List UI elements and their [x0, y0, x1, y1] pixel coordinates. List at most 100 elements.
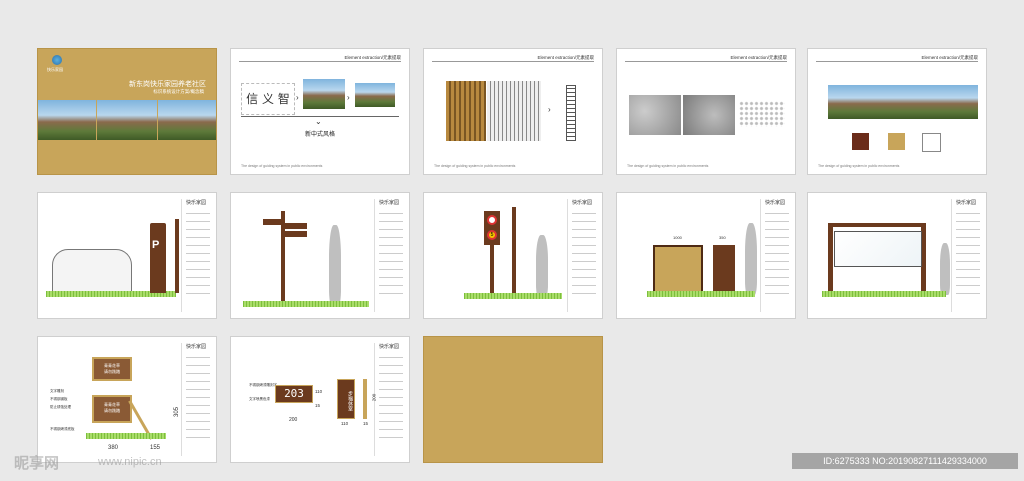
waste-bin-front	[653, 245, 703, 293]
color-swatch-white	[922, 133, 941, 152]
header-rule	[816, 61, 978, 62]
spec-sidebar: 快乐家园	[181, 199, 212, 312]
parking-sign-page[interactable]: 快乐家园 P	[37, 192, 217, 319]
pattern-page[interactable]: Element extraction/元素提取 › The design of …	[423, 48, 603, 175]
dim-width: 380	[108, 445, 119, 451]
callout-steel-base: 不锈钢钢板	[50, 397, 68, 401]
grass	[647, 291, 755, 297]
grass	[822, 291, 946, 297]
sign-post	[175, 219, 179, 293]
vertical-sign: 步福休室	[337, 379, 355, 419]
cover-photo-2	[97, 100, 157, 140]
sidebar-brand: 快乐家园	[379, 345, 400, 350]
sidebar-brand: 快乐家园	[186, 345, 207, 350]
hex-pattern	[739, 101, 785, 127]
logo-icon	[52, 55, 62, 65]
dim-height: 305	[174, 406, 181, 418]
spec-sidebar: 快乐家园	[374, 343, 405, 456]
board-frame	[828, 223, 926, 227]
callout-steel-frame: 不锈钢烤漆底板	[50, 427, 75, 431]
back-cover-page[interactable]	[423, 336, 603, 463]
spec-sidebar: 快乐家园	[951, 199, 982, 312]
sidebar-brand: 快乐家园	[572, 201, 593, 206]
lawn-sign-angle: 青青花草 请勿践踏	[92, 395, 132, 423]
sidebar-brand: 快乐家园	[379, 201, 400, 206]
spec-sidebar: 快乐家园	[181, 343, 212, 456]
stone-texture-1	[629, 95, 681, 135]
texture-page[interactable]: Element extraction/元素提取 The design of gu…	[616, 48, 796, 175]
human-silhouette	[536, 235, 548, 297]
page-footer: The design of guiding system in public e…	[818, 164, 900, 168]
dim-bin-width: 1000	[673, 235, 682, 240]
panel-line-2: 请勿践踏	[104, 408, 120, 413]
dim-t1: 15	[315, 403, 321, 408]
room-sign-page[interactable]: 快乐家园 不锈钢烤漆雕刻字 文字喷黑色漆 203 110 15 200 步福休室…	[230, 336, 410, 463]
human-silhouette	[940, 243, 950, 295]
direction-sign-page[interactable]: 快乐家园	[230, 192, 410, 319]
page-footer: The design of guiding system in public e…	[434, 164, 516, 168]
cover-title: 新东岗快乐家园养老社区	[129, 81, 206, 88]
grass	[86, 433, 166, 439]
reference-photo-1	[303, 79, 345, 109]
dim-bin-depth: 350	[719, 235, 726, 240]
brand-mark: 快乐家园	[47, 67, 63, 72]
human-silhouette	[745, 223, 757, 295]
sidebar-brand: 快乐家园	[765, 201, 786, 206]
screen-photo-1	[446, 81, 486, 141]
screen-photo-2	[487, 81, 541, 141]
color-swatch-gold	[888, 133, 905, 150]
chevron-down-icon: ⌄	[315, 117, 322, 126]
header-rule	[625, 61, 787, 62]
callout-steel-engrave: 不锈钢烤漆雕刻字	[249, 383, 277, 387]
callout-text-color: 文字喷黑色漆	[249, 397, 270, 401]
color-swatch-brown	[852, 133, 869, 150]
architecture-photo	[828, 85, 978, 119]
arrow-icon: ›	[296, 93, 299, 102]
human-silhouette	[329, 225, 341, 305]
cover-page[interactable]: 快乐家园 新东岗快乐家园养老社区 标识系统设计方案/概念稿	[37, 48, 217, 175]
speed-sign-page[interactable]: 快乐家园 5	[423, 192, 603, 319]
spec-sidebar: 快乐家园	[567, 199, 598, 312]
callout-paint: 防止锈蚀处理	[50, 405, 71, 409]
style-page[interactable]: Element extraction/元素提取 信 义 智 › › ⌄ 新中式风…	[230, 48, 410, 175]
cover-photo-3	[158, 100, 216, 140]
header-rule	[239, 61, 401, 62]
color-page[interactable]: Element extraction/元素提取 The design of gu…	[807, 48, 987, 175]
dim-h1: 110	[315, 389, 323, 394]
dim-t2: 15	[363, 421, 369, 426]
parking-p-icon: P	[152, 239, 160, 251]
speed-limit-icon: 5	[487, 230, 497, 240]
watermark-url: www.nipic.cn	[98, 456, 162, 468]
callout-text-engrave: 文字雕刻	[50, 389, 64, 393]
sign-post-2	[512, 207, 516, 295]
board-post-left	[828, 223, 833, 295]
dim-w1: 200	[289, 417, 298, 423]
cover-photo-1	[38, 100, 96, 140]
car-drawing	[52, 249, 132, 295]
bin-page[interactable]: 快乐家园 1000 350	[616, 192, 796, 319]
arrow-plate-2	[285, 223, 307, 229]
board-glass	[834, 231, 922, 267]
grass	[243, 301, 369, 307]
page-footer: The design of guiding system in public e…	[241, 164, 323, 168]
lawn-sign-page[interactable]: 快乐家园 青青花草 请勿践踏 青青花草 请勿践踏 文字雕刻 不锈钢钢板 防止锈蚀…	[37, 336, 217, 463]
waste-bin-side	[713, 245, 735, 293]
no-entry-icon	[487, 215, 497, 225]
grass	[464, 293, 562, 299]
arrow-icon: ›	[548, 105, 551, 114]
room-number-sign: 203	[275, 385, 313, 403]
page-footer: The design of guiding system in public e…	[627, 164, 709, 168]
lawn-sign-front: 青青花草 请勿践踏	[92, 357, 132, 381]
board-page[interactable]: 快乐家园	[807, 192, 987, 319]
dim-h2: 200	[371, 393, 377, 402]
sign-post	[490, 245, 494, 295]
reference-photo-2	[355, 83, 395, 107]
spec-sidebar: 快乐家园	[374, 199, 405, 312]
pattern-strip	[566, 85, 576, 141]
dim-width-2: 155	[150, 445, 161, 451]
arrow-plate-1	[263, 219, 285, 225]
cover-subtitle: 标识系统设计方案/概念稿	[153, 89, 204, 94]
arrow-icon: ›	[347, 93, 350, 102]
sign-side-profile	[363, 379, 367, 419]
parking-sign	[150, 223, 166, 293]
